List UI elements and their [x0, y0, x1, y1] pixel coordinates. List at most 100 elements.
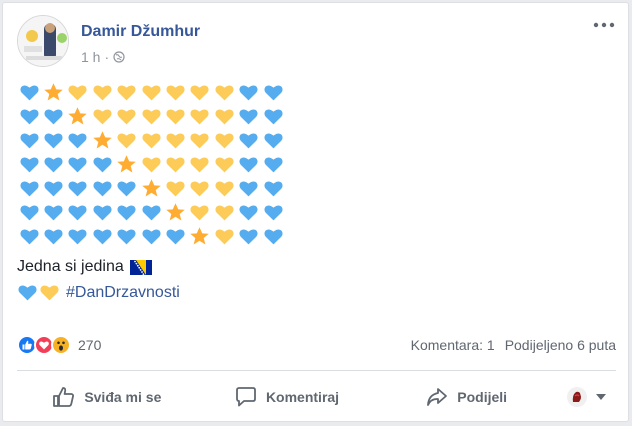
- blue-heart-emoji-icon: [166, 229, 185, 245]
- blue-heart-emoji-icon: [239, 109, 258, 125]
- yellow-heart-emoji-icon: [190, 157, 209, 173]
- emoji-cell: [237, 201, 261, 224]
- blue-heart-emoji-icon: [117, 181, 136, 197]
- blue-heart-emoji-icon: [239, 133, 258, 149]
- blue-heart-emoji-icon: [264, 157, 283, 173]
- blue-heart-emoji-icon: [117, 229, 136, 245]
- emoji-row: [17, 129, 317, 152]
- emoji-cell: [41, 201, 65, 224]
- blue-heart-emoji-icon: [93, 181, 112, 197]
- blue-heart-emoji-icon: [264, 229, 283, 245]
- emoji-row: [17, 153, 317, 176]
- emoji-cell: [212, 105, 236, 128]
- comments-count-link[interactable]: Komentara: 1: [411, 337, 495, 353]
- emoji-cell: [66, 153, 90, 176]
- blue-heart-emoji-icon: [44, 133, 63, 149]
- blue-heart-emoji-icon: [239, 157, 258, 173]
- share-button[interactable]: Podijeli: [376, 379, 556, 415]
- like-button[interactable]: Sviđa mi se: [17, 379, 197, 415]
- post-stats: 270 Komentara: 1 Podijeljeno 6 puta: [17, 333, 616, 357]
- author-name[interactable]: Damir Džumhur: [81, 23, 200, 41]
- blue-heart-emoji-icon: [264, 205, 283, 221]
- post-time[interactable]: 1 h: [81, 49, 100, 65]
- emoji-cell: [188, 201, 212, 224]
- blue-heart-emoji-icon: [44, 229, 63, 245]
- emoji-cell: [261, 105, 285, 128]
- emoji-cell: [212, 129, 236, 152]
- emoji-cell: [17, 153, 41, 176]
- emoji-cell: [237, 153, 261, 176]
- emoji-cell: [41, 129, 65, 152]
- emoji-cell: [66, 81, 90, 104]
- emoji-cell: [188, 129, 212, 152]
- star-emoji-icon: [141, 179, 161, 197]
- yellow-heart-emoji-icon: [68, 85, 88, 101]
- comment-button-label: Komentiraj: [265, 389, 340, 405]
- emoji-cell: [163, 129, 187, 152]
- blue-heart-emoji-icon: [239, 181, 258, 197]
- emoji-cell: [188, 81, 212, 104]
- blue-heart-emoji-icon: [20, 181, 39, 197]
- reactions-summary[interactable]: 270: [17, 335, 101, 355]
- emoji-cell: [17, 201, 41, 224]
- emoji-cell: [163, 201, 187, 224]
- emoji-cell: [212, 153, 236, 176]
- avatar-image-icon: [18, 16, 68, 66]
- blue-heart-emoji-icon: [93, 205, 112, 221]
- emoji-cell: [261, 129, 285, 152]
- emoji-cell: [212, 225, 236, 248]
- emoji-cell: [17, 225, 41, 248]
- emoji-cell: [188, 105, 212, 128]
- yellow-heart-emoji-icon: [190, 133, 209, 149]
- emoji-cell: [115, 177, 139, 200]
- emoji-row: [17, 225, 317, 248]
- blue-heart-emoji-icon: [239, 205, 258, 221]
- emoji-cell: [237, 81, 261, 104]
- blue-heart-emoji-icon: [44, 205, 63, 221]
- comment-button[interactable]: Komentiraj: [197, 379, 377, 415]
- blue-heart-emoji-icon: [20, 85, 39, 101]
- globe-icon[interactable]: [113, 51, 125, 63]
- emoji-cell: [237, 177, 261, 200]
- yellow-heart-emoji-icon: [117, 85, 136, 101]
- emoji-cell: [237, 129, 261, 152]
- emoji-cell: [261, 201, 285, 224]
- shares-count-link[interactable]: Podijeljeno 6 puta: [505, 337, 616, 353]
- like-button-label: Sviđa mi se: [84, 389, 162, 405]
- emoji-cell: [139, 225, 163, 248]
- blue-heart-emoji-icon: [142, 229, 161, 245]
- hashtag-link[interactable]: #DanDrzavnosti: [66, 284, 180, 302]
- emoji-cell: [163, 81, 187, 104]
- emoji-cell: [212, 81, 236, 104]
- emoji-cell: [17, 129, 41, 152]
- emoji-cell: [237, 105, 261, 128]
- emoji-cell: [90, 105, 114, 128]
- hashtag-line: #DanDrzavnosti: [17, 282, 317, 303]
- share-arrow-icon: [427, 388, 448, 406]
- emoji-cell: [90, 81, 114, 104]
- star-emoji-icon: [117, 155, 136, 173]
- emoji-cell: [17, 81, 41, 104]
- blue-heart-emoji-icon: [68, 181, 88, 197]
- emoji-cell: [212, 201, 236, 224]
- comment-bubble-icon: [236, 387, 256, 407]
- emoji-cell: [115, 225, 139, 248]
- yellow-heart-emoji-icon: [215, 85, 234, 101]
- hashtag-hearts: [17, 282, 60, 303]
- yellow-heart-emoji-icon: [93, 85, 112, 101]
- blue-heart-emoji-icon: [93, 157, 112, 173]
- emoji-cell: [90, 129, 114, 152]
- yellow-heart-emoji-icon: [142, 85, 161, 101]
- blue-heart-emoji-icon: [18, 285, 37, 301]
- author-avatar[interactable]: [17, 15, 69, 67]
- reaction-as-selector[interactable]: [556, 379, 616, 415]
- post-meta: 1 h ·: [81, 49, 125, 65]
- emoji-cell: [66, 201, 90, 224]
- more-horizontal-icon[interactable]: [592, 19, 616, 31]
- star-emoji-icon: [166, 203, 185, 221]
- post-actions: Sviđa mi se Komentiraj Podijeli: [17, 371, 616, 423]
- blue-heart-emoji-icon: [264, 85, 283, 101]
- emoji-cell: [163, 153, 187, 176]
- page-avatar-small-icon: [567, 387, 588, 407]
- blue-heart-emoji-icon: [44, 181, 63, 197]
